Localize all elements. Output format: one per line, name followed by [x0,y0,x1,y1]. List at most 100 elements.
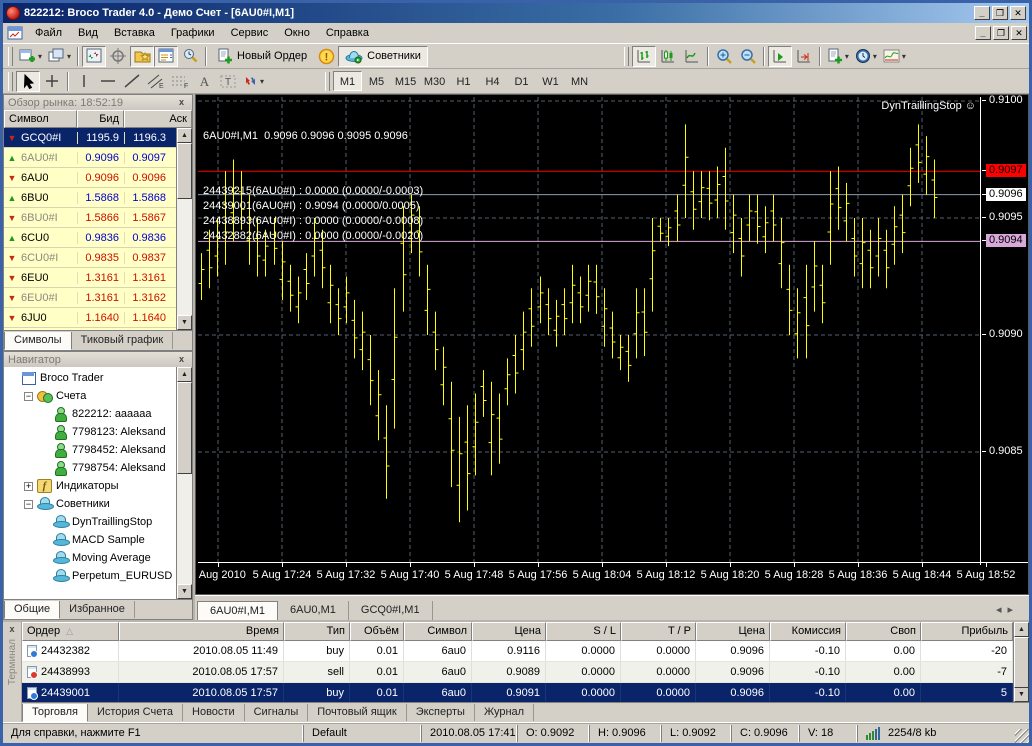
column-symbol[interactable]: Символ [4,110,77,128]
maximize-button[interactable]: ❐ [992,6,1008,20]
timeframe-H1[interactable]: H1 [449,71,478,91]
terminal-tab[interactable]: История Счета [88,704,183,721]
terminal-tab[interactable]: Журнал [475,704,534,721]
timeframe-M5[interactable]: M5 [362,71,391,91]
timeframe-M1[interactable]: M1 [333,71,362,91]
tree-item-7798123-Aleksand[interactable]: 7798123: Aleksand [4,423,176,441]
market-watch-row[interactable]: ▼6EU0#I1.31611.3162 [4,288,176,308]
terminal-column-order[interactable]: Ордер△ [22,622,119,641]
terminal-column-tp[interactable]: T / P [621,622,696,641]
market-watch-toggle-button[interactable] [82,46,106,67]
experts-button[interactable]: Советники [338,46,428,67]
timeframe-M30[interactable]: M30 [420,71,449,91]
market-watch-row[interactable]: ▼6AU00.90960.9096 [4,168,176,188]
scroll-up-icon[interactable]: ▲ [1014,622,1029,637]
scroll-down-icon[interactable]: ▼ [1014,687,1029,702]
terminal-tab[interactable]: Новости [183,704,245,721]
text-button[interactable]: A [192,71,216,92]
toolbar-grip[interactable] [624,47,629,66]
child-restore-button[interactable]: ❐ [993,26,1009,40]
crosshair-button[interactable] [40,71,64,92]
close-button[interactable]: ✕ [1010,6,1026,20]
child-close-button[interactable]: ✕ [1011,26,1027,40]
child-minimize-button[interactable]: _ [975,26,991,40]
equidistant-channel-button[interactable]: E [144,71,168,92]
vertical-line-button[interactable] [72,71,96,92]
market-watch-row[interactable]: ▲6CU00.98360.9836 [4,228,176,248]
tree-item-Perpetum_EURUSD[interactable]: Perpetum_EURUSD [4,567,176,585]
new-order-button[interactable]: Новый Ордер [210,46,314,67]
terminal-column-price2[interactable]: Цена [696,622,770,641]
trendline-button[interactable] [120,71,144,92]
market-watch-tab[interactable]: Тиковый график [72,332,174,349]
tree-item-7798452-Aleksand[interactable]: 7798452: Aleksand [4,441,176,459]
tree-item-Broco-Trader[interactable]: Broco Trader [4,369,176,387]
minimize-button[interactable]: _ [974,6,990,20]
navigator-scrollbar[interactable]: ▲ ▼ [176,367,192,599]
collapse-icon[interactable]: − [24,392,33,401]
terminal-tab[interactable]: Почтовый ящик [308,704,406,721]
terminal-toggle-button[interactable] [154,46,178,67]
menu-item-Сервис[interactable]: Сервис [223,24,277,42]
scroll-down-icon[interactable]: ▼ [177,584,192,599]
tree-item-DynTraillingStop[interactable]: DynTraillingStop [4,513,176,531]
candlestick-button[interactable] [656,46,680,67]
periods-button[interactable]: ▾ [852,46,880,67]
market-watch-row[interactable]: ▼6CU0#I0.98350.9837 [4,248,176,268]
timeframe-MN[interactable]: MN [565,71,594,91]
timeframe-W1[interactable]: W1 [536,71,565,91]
menu-item-Справка[interactable]: Справка [318,24,377,42]
menu-item-Вставка[interactable]: Вставка [106,24,163,42]
terminal-column-commission[interactable]: Комиссия [770,622,846,641]
tree-item--[interactable]: +fИндикаторы [4,477,176,495]
fibonacci-button[interactable]: F [168,71,192,92]
market-watch-row[interactable]: ▼GCQ0#I1195.91196.3 [4,128,176,148]
menu-item-Файл[interactable]: Файл [27,24,70,42]
resize-grip[interactable] [1015,729,1029,743]
column-ask[interactable]: Аск [124,110,192,128]
chart-tab[interactable]: 6AU0,M1 [278,601,349,620]
close-icon[interactable]: x [6,624,19,636]
terminal-column-type[interactable]: Тип [284,622,350,641]
market-watch-scrollbar[interactable]: ▲ ▼ [176,128,192,330]
templates-button[interactable]: ▾ [880,46,909,67]
bar-chart-button[interactable] [632,46,656,67]
terminal-column-time[interactable]: Время [119,622,284,641]
scrollbar-thumb[interactable] [177,143,192,199]
navigator-tab[interactable]: Общие [4,601,60,619]
close-icon[interactable]: x [175,354,188,366]
market-watch-caption[interactable]: Обзор рынка: 18:52:19 x [4,95,192,110]
timeframe-M15[interactable]: M15 [391,71,420,91]
terminal-column-swap[interactable]: Своп [846,622,921,641]
horizontal-line-button[interactable] [96,71,120,92]
chart-time-axis[interactable]: 5 Aug 20105 Aug 17:245 Aug 17:325 Aug 17… [198,562,1029,586]
tree-item--[interactable]: −Счета [4,387,176,405]
terminal-scrollbar[interactable]: ▲ ▼ [1013,622,1029,702]
order-row[interactable]: 244390012010.08.05 17:57buy0.016au00.909… [22,683,1013,704]
tree-item-MACD-Sample[interactable]: MACD Sample [4,531,176,549]
expand-icon[interactable]: + [24,482,33,491]
terminal-tab[interactable]: Торговля [22,704,88,722]
scroll-up-icon[interactable]: ▲ [177,128,192,143]
toolbar-grip[interactable] [8,47,13,66]
toolbar-grip[interactable] [8,72,13,91]
market-watch-tab[interactable]: Символы [4,332,72,350]
scroll-up-icon[interactable]: ▲ [177,367,192,382]
chart-window[interactable]: 0.91000.90970.90960.90950.90940.90900.90… [195,94,1029,595]
zoom-out-button[interactable] [736,46,760,67]
chart-tab[interactable]: GCQ0#I,M1 [349,601,433,620]
market-watch-row[interactable]: ▼6JU01.16401.1640 [4,308,176,328]
arrows-button[interactable]: ▾ [240,71,267,92]
market-watch-row[interactable]: ▲6AU0#I0.90960.9097 [4,148,176,168]
order-row[interactable]: 244389932010.08.05 17:57sell0.016au00.90… [22,662,1013,683]
data-window-button[interactable] [106,46,130,67]
chart-shift-button[interactable] [792,46,816,67]
alert-button[interactable]: ! [314,46,338,67]
tree-item-Moving-Average[interactable]: Moving Average [4,549,176,567]
terminal-column-volume[interactable]: Объём [350,622,404,641]
text-label-button[interactable]: T [216,71,240,92]
cursor-button[interactable] [16,71,40,92]
collapse-icon[interactable]: − [24,500,33,509]
tab-scroll-arrows[interactable]: ◂▸ [988,603,1027,620]
navigator-toggle-button[interactable] [130,46,154,67]
